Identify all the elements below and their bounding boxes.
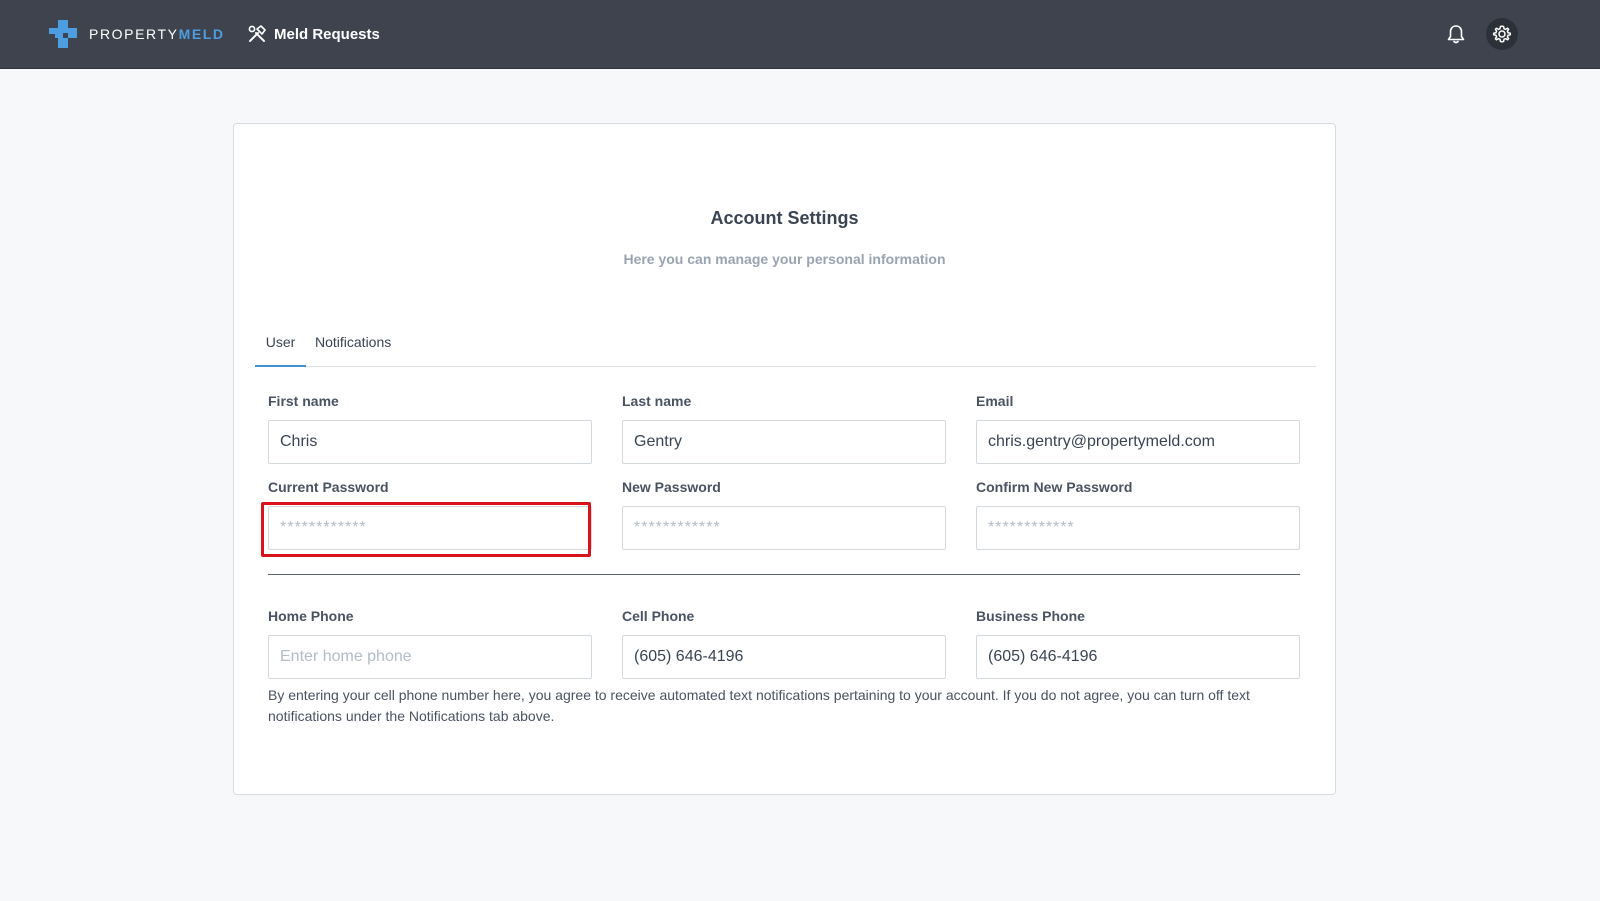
propertymeld-logo[interactable]: PROPERTYMELD — [49, 20, 225, 48]
tools-icon — [248, 25, 266, 43]
first-name-label: First name — [268, 393, 339, 409]
logo-text-meld: MELD — [178, 26, 225, 42]
current-password-label: Current Password — [268, 479, 389, 495]
settings-button[interactable] — [1486, 18, 1518, 50]
business-phone-input[interactable] — [976, 635, 1300, 679]
email-label: Email — [976, 393, 1014, 409]
logo-mark-icon — [49, 20, 77, 48]
page-subtitle: Here you can manage your personal inform… — [623, 251, 946, 267]
logo-text-property: PROPERTY — [89, 26, 179, 42]
email-input[interactable] — [976, 420, 1300, 464]
last-name-label: Last name — [622, 393, 692, 409]
tab-user[interactable]: User — [255, 328, 306, 367]
top-navigation-bar: PROPERTYMELD Meld Requests — [0, 0, 1600, 69]
section-divider — [268, 574, 1300, 575]
confirm-password-label: Confirm New Password — [976, 479, 1133, 495]
gear-icon — [1492, 25, 1512, 43]
nav-meld-requests-label: Meld Requests — [274, 25, 380, 43]
new-password-label: New Password — [622, 479, 721, 495]
cell-phone-input[interactable] — [622, 635, 946, 679]
nav-meld-requests[interactable]: Meld Requests — [248, 22, 380, 46]
home-phone-input[interactable] — [268, 635, 592, 679]
confirm-password-input[interactable] — [976, 506, 1300, 550]
notifications-bell-button[interactable] — [1442, 20, 1470, 48]
current-password-input[interactable] — [268, 506, 592, 550]
last-name-input[interactable] — [622, 420, 946, 464]
bell-icon — [1447, 25, 1465, 44]
page-title: Account Settings — [710, 208, 859, 228]
sms-consent-text: By entering your cell phone number here,… — [268, 687, 1250, 724]
cell-phone-label: Cell Phone — [622, 608, 695, 624]
new-password-input[interactable] — [622, 506, 946, 550]
settings-tabs: User Notifications — [255, 328, 1316, 367]
business-phone-label: Business Phone — [976, 608, 1085, 624]
home-phone-label: Home Phone — [268, 608, 354, 624]
tab-notifications[interactable]: Notifications — [315, 328, 391, 367]
logo-wordmark: PROPERTYMELD — [89, 26, 225, 42]
first-name-input[interactable] — [268, 420, 592, 464]
